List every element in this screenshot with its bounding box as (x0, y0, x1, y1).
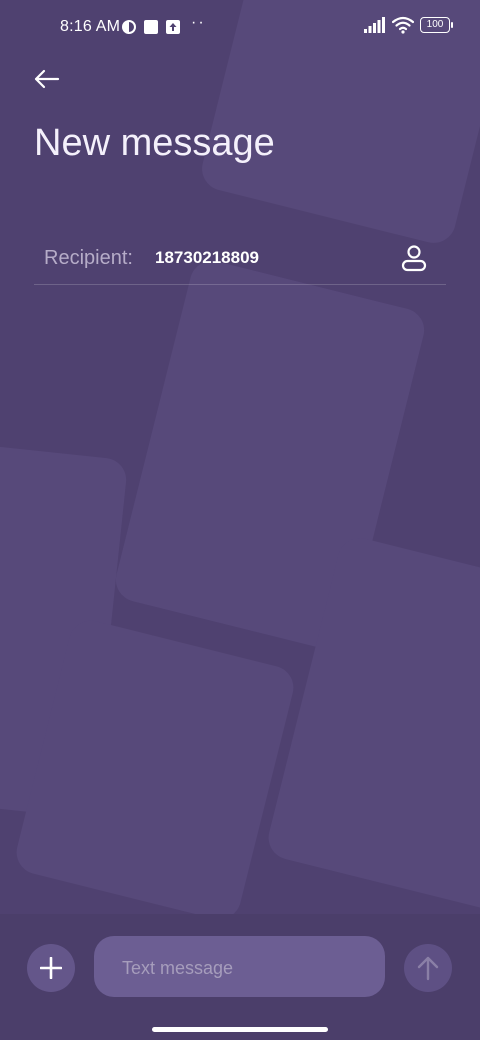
wifi-icon (392, 16, 414, 34)
message-input[interactable]: Text message (94, 936, 385, 997)
upload-icon (166, 20, 180, 34)
send-button[interactable] (404, 944, 452, 992)
page-title: New message (34, 122, 275, 164)
composer-bar: Text message (0, 914, 480, 1040)
contact-person-icon[interactable] (398, 242, 430, 274)
signal-icon (364, 17, 385, 33)
recipient-field[interactable]: Recipient: 18730218809 (34, 236, 446, 285)
status-right-icons: 100 (364, 16, 453, 34)
battery-icon: 100 (420, 17, 453, 33)
back-arrow-icon[interactable] (30, 62, 64, 96)
attach-button[interactable] (27, 944, 75, 992)
send-arrow-up-icon (417, 956, 439, 981)
recipient-label: Recipient: (44, 247, 133, 269)
app-notification-icon (122, 20, 136, 34)
message-placeholder: Text message (122, 958, 234, 978)
more-notifications-dots: ·· (191, 14, 206, 31)
plus-icon (40, 957, 62, 979)
status-bar: 8:16 AM ·· 100 (0, 0, 480, 56)
recipient-value[interactable]: 18730218809 (155, 248, 259, 268)
home-indicator[interactable] (152, 1027, 328, 1032)
status-time: 8:16 AM (60, 18, 121, 35)
square-icon (144, 20, 158, 34)
